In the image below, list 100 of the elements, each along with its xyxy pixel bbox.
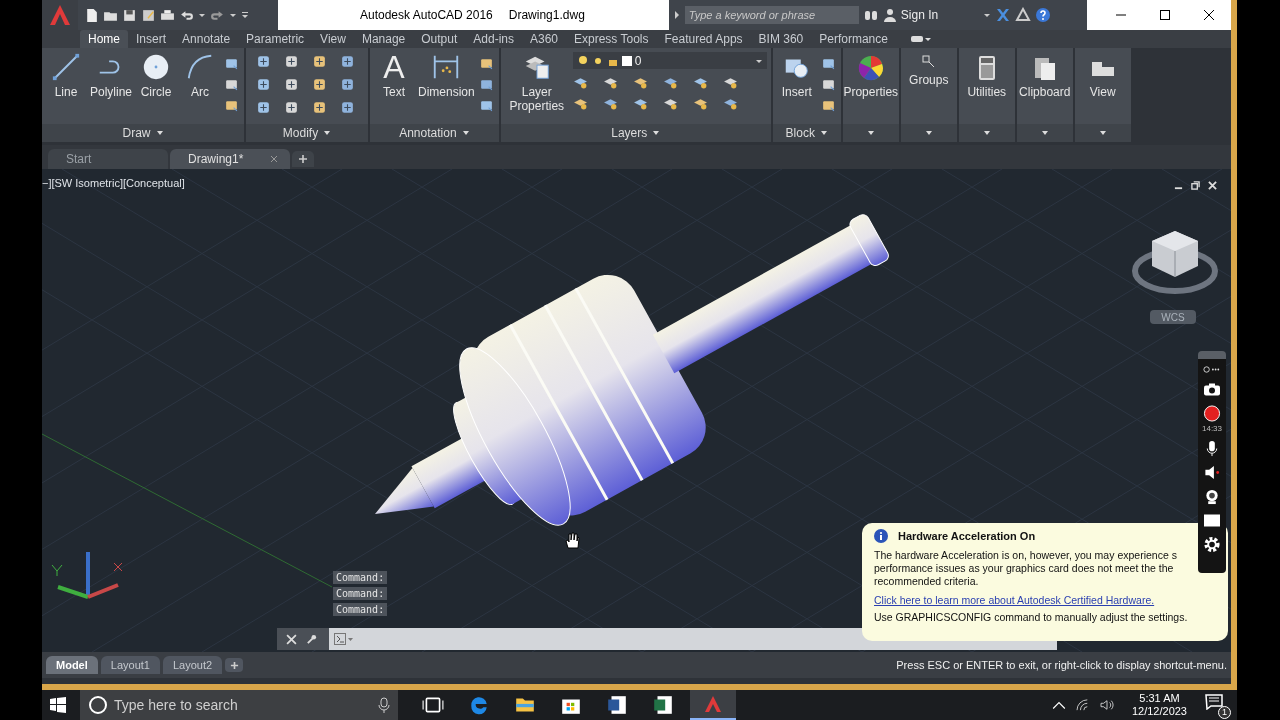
ribbon-tab[interactable]: Parametric: [238, 30, 313, 48]
browser-icon[interactable]: [468, 694, 490, 716]
expand-arrow-icon[interactable]: [672, 10, 681, 20]
modify-tool-icon[interactable]: [312, 77, 328, 92]
wifi-icon[interactable]: [1075, 699, 1090, 711]
modify-tool-icon[interactable]: [340, 54, 356, 69]
maximize-icon[interactable]: [1159, 9, 1171, 21]
ribbon-tool-button[interactable]: Arc: [180, 52, 221, 99]
layer-dropdown[interactable]: 0: [572, 52, 767, 69]
file-tab[interactable]: Drawing1*: [170, 149, 290, 169]
webcam-icon[interactable]: [1203, 488, 1221, 505]
ribbon-tool-button[interactable]: Layer Properties: [504, 52, 569, 113]
panel-title[interactable]: Draw: [122, 126, 164, 140]
ribbon-tab[interactable]: Annotate: [174, 30, 239, 48]
modify-tool-icon[interactable]: [340, 77, 356, 92]
ribbon-tab[interactable]: Express Tools: [566, 30, 657, 48]
ribbon-tab[interactable]: Manage: [353, 30, 414, 48]
modify-tool-icon[interactable]: [256, 77, 272, 92]
ribbon-tool-button[interactable]: Polyline: [90, 52, 133, 99]
new-layout-button[interactable]: [225, 658, 244, 672]
print-icon[interactable]: [160, 7, 175, 23]
modify-tool-icon[interactable]: [312, 54, 328, 69]
ribbon-tool-button[interactable]: Dimension: [418, 52, 475, 99]
modify-tool-icon[interactable]: [284, 77, 300, 92]
ribbon-tab[interactable]: A360: [522, 30, 566, 48]
layer-tool-icon[interactable]: [662, 75, 678, 90]
caret-icon[interactable]: [198, 11, 206, 19]
layer-tool-icon[interactable]: [722, 75, 738, 90]
ribbon-tool-button[interactable]: Circle: [136, 52, 177, 99]
layer-tool-icon[interactable]: [602, 96, 618, 111]
tool-icon[interactable]: [224, 56, 240, 71]
wrench-icon[interactable]: [306, 633, 317, 645]
modify-tool-icon[interactable]: [340, 100, 356, 115]
ribbon-tab[interactable]: Output: [413, 30, 466, 48]
caret-icon[interactable]: [229, 11, 237, 19]
modify-tool-icon[interactable]: [256, 100, 272, 115]
link-more-icon[interactable]: [1203, 365, 1221, 374]
sign-in-button[interactable]: Sign In: [882, 5, 979, 25]
ribbon-tool-button[interactable]: Insert: [776, 52, 817, 99]
layer-tool-icon[interactable]: [602, 75, 618, 90]
tool-icon[interactable]: [478, 77, 494, 92]
new-file-icon[interactable]: [84, 7, 99, 23]
layer-tool-icon[interactable]: [632, 96, 648, 111]
layer-tool-icon[interactable]: [632, 75, 648, 90]
triangle-icon[interactable]: [1014, 7, 1031, 23]
caret-icon[interactable]: [1040, 129, 1049, 137]
tool-icon[interactable]: [224, 98, 240, 113]
caret-icon[interactable]: [866, 129, 875, 137]
camera-icon[interactable]: [1203, 381, 1221, 398]
ribbon-tool-button[interactable]: Line: [46, 52, 86, 99]
window-icon[interactable]: [1203, 512, 1221, 529]
modify-tool-icon[interactable]: [284, 54, 300, 69]
caret-icon[interactable]: [924, 129, 933, 137]
command-prompt-icon[interactable]: [334, 633, 354, 645]
save-as-icon[interactable]: [141, 7, 156, 23]
search-field[interactable]: Type a keyword or phrase: [684, 6, 859, 24]
ribbon-tab[interactable]: Featured Apps: [656, 30, 751, 48]
volume-icon[interactable]: [1099, 699, 1114, 711]
help-icon[interactable]: [1034, 7, 1051, 23]
ribbon-tool-button[interactable]: A Text: [374, 52, 415, 99]
viewport-controls-label[interactable]: −][SW Isometric][Conceptual]: [42, 177, 185, 189]
tool-icon[interactable]: [478, 98, 494, 113]
ribbon-tab[interactable]: BIM 360: [750, 30, 812, 48]
caret-icon[interactable]: [982, 11, 991, 19]
exchange-icon[interactable]: [994, 7, 1011, 23]
save-icon[interactable]: [122, 7, 137, 23]
tool-icon[interactable]: [224, 77, 240, 92]
tool-icon[interactable]: [478, 56, 494, 71]
panel-title[interactable]: Layers: [611, 126, 661, 140]
caret-icon[interactable]: [982, 129, 991, 137]
hardware-link[interactable]: Click here to learn more about Autodesk Certified Hardware.: [874, 594, 1155, 606]
document-app-icon[interactable]: [606, 694, 628, 716]
layer-tool-icon[interactable]: [572, 96, 588, 111]
restore-icon[interactable]: [1191, 181, 1200, 190]
modify-tool-icon[interactable]: [284, 100, 300, 115]
close-icon[interactable]: [1203, 9, 1215, 21]
application-menu-button[interactable]: [42, 0, 78, 30]
chevron-up-icon[interactable]: [1051, 699, 1066, 711]
cad-app-taskbar-button[interactable]: [690, 690, 736, 720]
customize-menu-icon[interactable]: [241, 11, 249, 19]
taskbar-search-field[interactable]: Type here to search: [80, 690, 398, 720]
layout-tab[interactable]: Model: [46, 656, 98, 674]
ribbon-tab[interactable]: Home: [80, 30, 128, 48]
taskbar-clock[interactable]: 5:31 AM 12/12/2023: [1131, 692, 1187, 718]
ribbon-toggle-icon[interactable]: [909, 34, 932, 44]
drawing-viewport[interactable]: [42, 169, 1231, 652]
record-icon[interactable]: [1203, 405, 1221, 422]
start-icon[interactable]: [50, 697, 66, 713]
layout-tab[interactable]: Layout2: [162, 656, 223, 674]
new-tab-button[interactable]: [292, 151, 314, 167]
ribbon-tab[interactable]: Add-ins: [465, 30, 522, 48]
tool-icon[interactable]: [820, 98, 836, 113]
settings-icon[interactable]: [1203, 536, 1221, 553]
tool-icon[interactable]: [820, 77, 836, 92]
tool-icon[interactable]: [820, 56, 836, 71]
speaker-icon[interactable]: [1203, 464, 1221, 481]
modify-tool-icon[interactable]: [256, 54, 272, 69]
layer-tool-icon[interactable]: [692, 96, 708, 111]
microphone-icon[interactable]: [378, 697, 390, 713]
layer-tool-icon[interactable]: [692, 75, 708, 90]
